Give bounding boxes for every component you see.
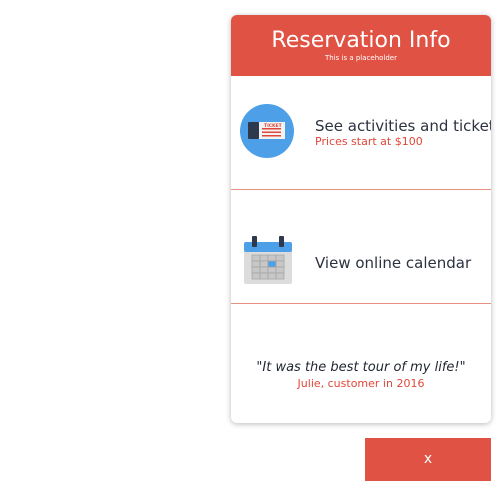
activities-row[interactable]: TICKET See activities and tickets Prices… [231,76,491,190]
calendar-text: View online calendar [315,254,471,272]
activities-text: See activities and tickets Prices start … [315,117,491,149]
calendar-icon [244,236,292,288]
testimonial: "It was the best tour of my life!" Julie… [231,360,491,391]
calendar-row[interactable]: View online calendar [231,190,491,304]
activities-title: See activities and tickets [315,117,491,135]
calendar-title: View online calendar [315,254,472,272]
panel-title: Reservation Info [271,28,451,53]
panel-subtitle: This is a placeholder [325,54,397,62]
testimonial-section: "It was the best tour of my life!" Julie… [231,304,491,423]
panel-header: Reservation Info This is a placeholder [231,15,491,76]
close-button[interactable]: x [365,438,491,481]
reservation-panel: Reservation Info This is a placeholder T… [231,15,491,423]
testimonial-quote: "It was the best tour of my life!" [256,360,466,375]
testimonial-author: Julie, customer in 2016 [297,377,425,390]
ticket-icon-text: TICKET [264,123,283,129]
activities-price: Prices start at $100 [315,135,423,148]
ticket-icon: TICKET [240,104,294,162]
